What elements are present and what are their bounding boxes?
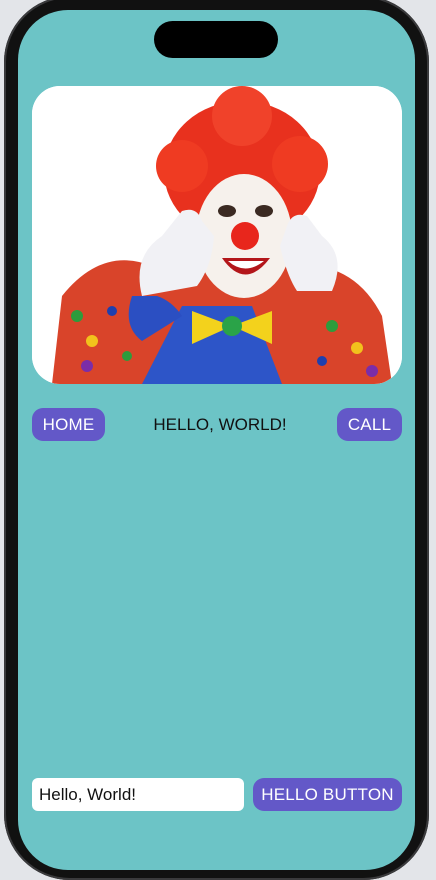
hello-text-field[interactable]: Hello, World! xyxy=(32,778,244,811)
call-button[interactable]: CALL xyxy=(337,408,402,441)
clown-photo-icon xyxy=(32,86,402,384)
home-button[interactable]: HOME xyxy=(32,408,105,441)
hello-button[interactable]: HELLO BUTTON xyxy=(253,778,402,811)
clown-image xyxy=(32,86,402,384)
hello-world-label: HELLO, WORLD! xyxy=(153,414,287,434)
dynamic-island xyxy=(154,21,278,58)
